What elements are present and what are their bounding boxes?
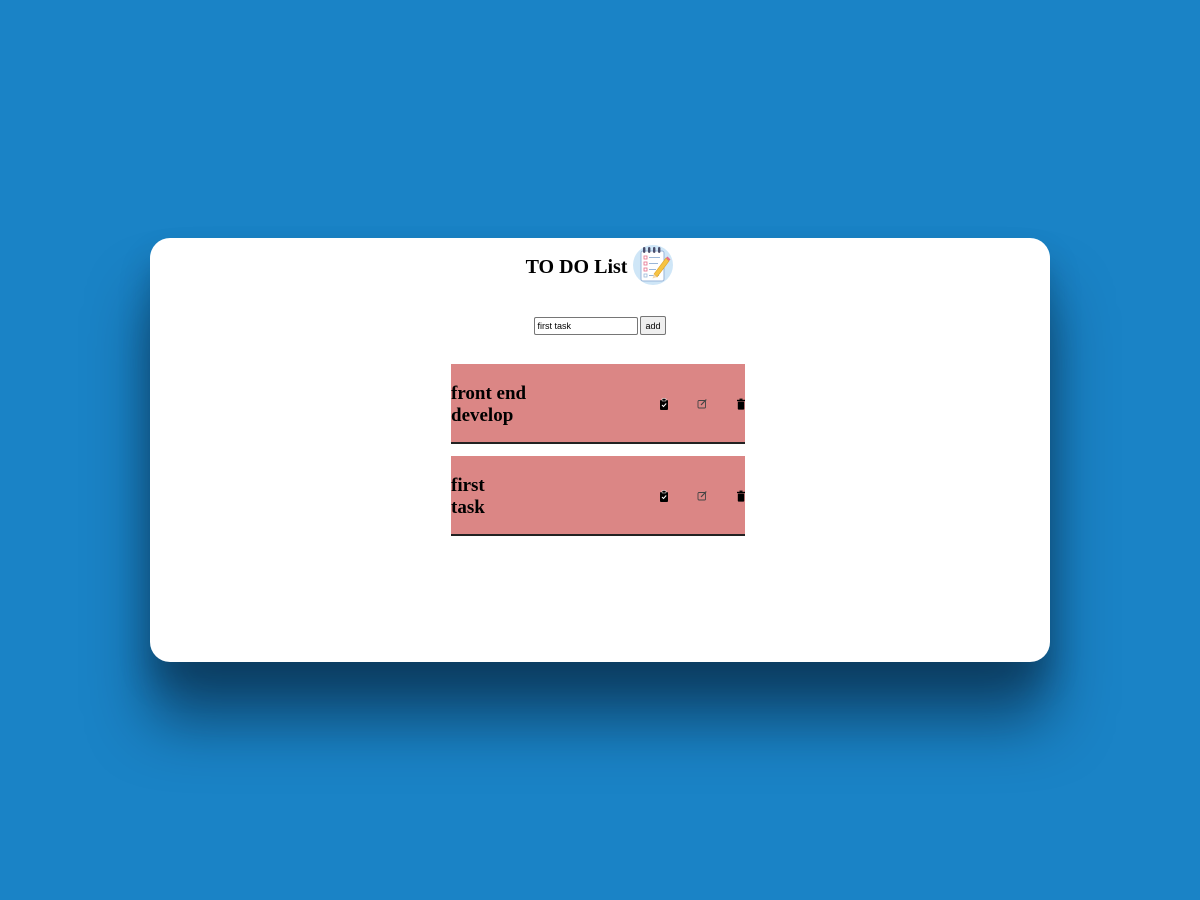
task-text: first task [451, 475, 485, 518]
task-input[interactable] [534, 316, 639, 335]
task-list: front end develop first task [451, 364, 745, 548]
add-task-form: add [150, 316, 1050, 335]
task-text: front end develop [451, 383, 527, 426]
clipboard-check-icon[interactable] [659, 398, 669, 410]
trash-icon[interactable] [736, 398, 746, 410]
add-button[interactable]: add [640, 316, 666, 335]
edit-icon[interactable] [697, 398, 707, 410]
task-item: front end develop [451, 364, 745, 444]
clipboard-check-icon[interactable] [659, 490, 669, 502]
app-window: TO DO List add front end develop [150, 238, 1050, 662]
trash-icon[interactable] [736, 490, 746, 502]
task-item: first task [451, 456, 745, 536]
notepad-checklist-icon [633, 245, 674, 285]
app-title: TO DO List [525, 255, 628, 278]
edit-icon[interactable] [697, 490, 707, 502]
app-header: TO DO List [150, 244, 1050, 286]
